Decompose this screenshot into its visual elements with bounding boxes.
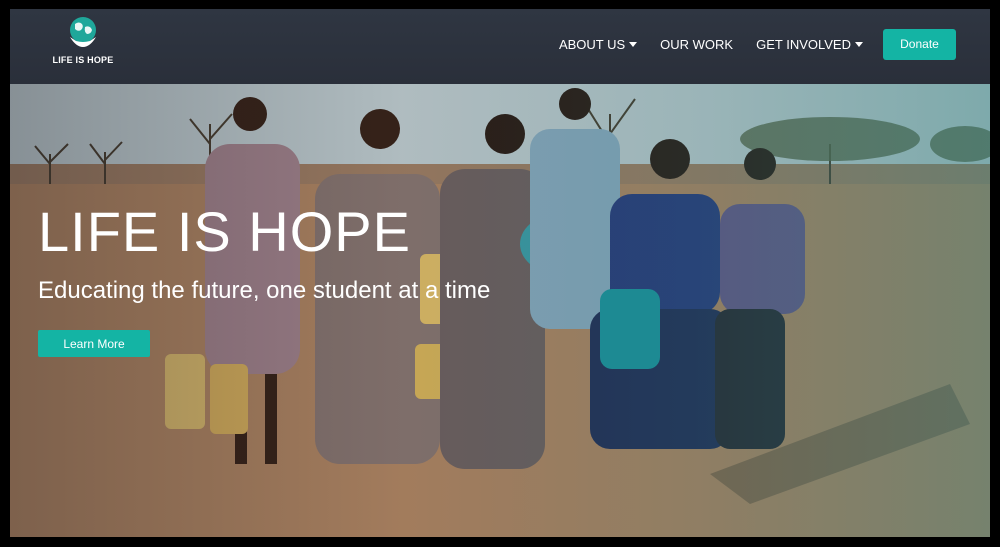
nav-item-label: OUR WORK (660, 36, 734, 52)
browser-viewport: LIFE IS HOPE ABOUT US OUR WORK GET INVOL… (10, 9, 990, 537)
caret-down-icon (855, 41, 863, 47)
nav-item-about-us[interactable]: ABOUT US (558, 36, 638, 52)
hero-title: LIFE IS HOPE (38, 200, 411, 263)
nav-item-label: ABOUT US (558, 36, 626, 52)
donate-button[interactable]: Donate (883, 28, 956, 60)
globe-hands-icon (66, 15, 100, 49)
hero-overlay (10, 84, 990, 537)
nav-item-our-work[interactable]: OUR WORK (660, 37, 733, 52)
hero-subtitle: Educating the future, one student at a t… (38, 277, 491, 304)
learn-more-button[interactable]: Learn More (38, 330, 150, 357)
nav-item-get-involved[interactable]: GET INVOLVED (756, 37, 863, 52)
main-nav: ABOUT US OUR WORK GET INVOLVED Donate (536, 27, 956, 61)
nav-item-label: GET INVOLVED (756, 36, 851, 52)
caret-down-icon (629, 41, 638, 47)
hero-section: LIFE IS HOPE Educating the future, one s… (10, 84, 990, 537)
brand-name: LIFE IS HOPE (52, 55, 114, 65)
site-header: LIFE IS HOPE ABOUT US OUR WORK GET INVOL… (10, 9, 990, 84)
brand-logo[interactable]: LIFE IS HOPE (48, 15, 118, 75)
